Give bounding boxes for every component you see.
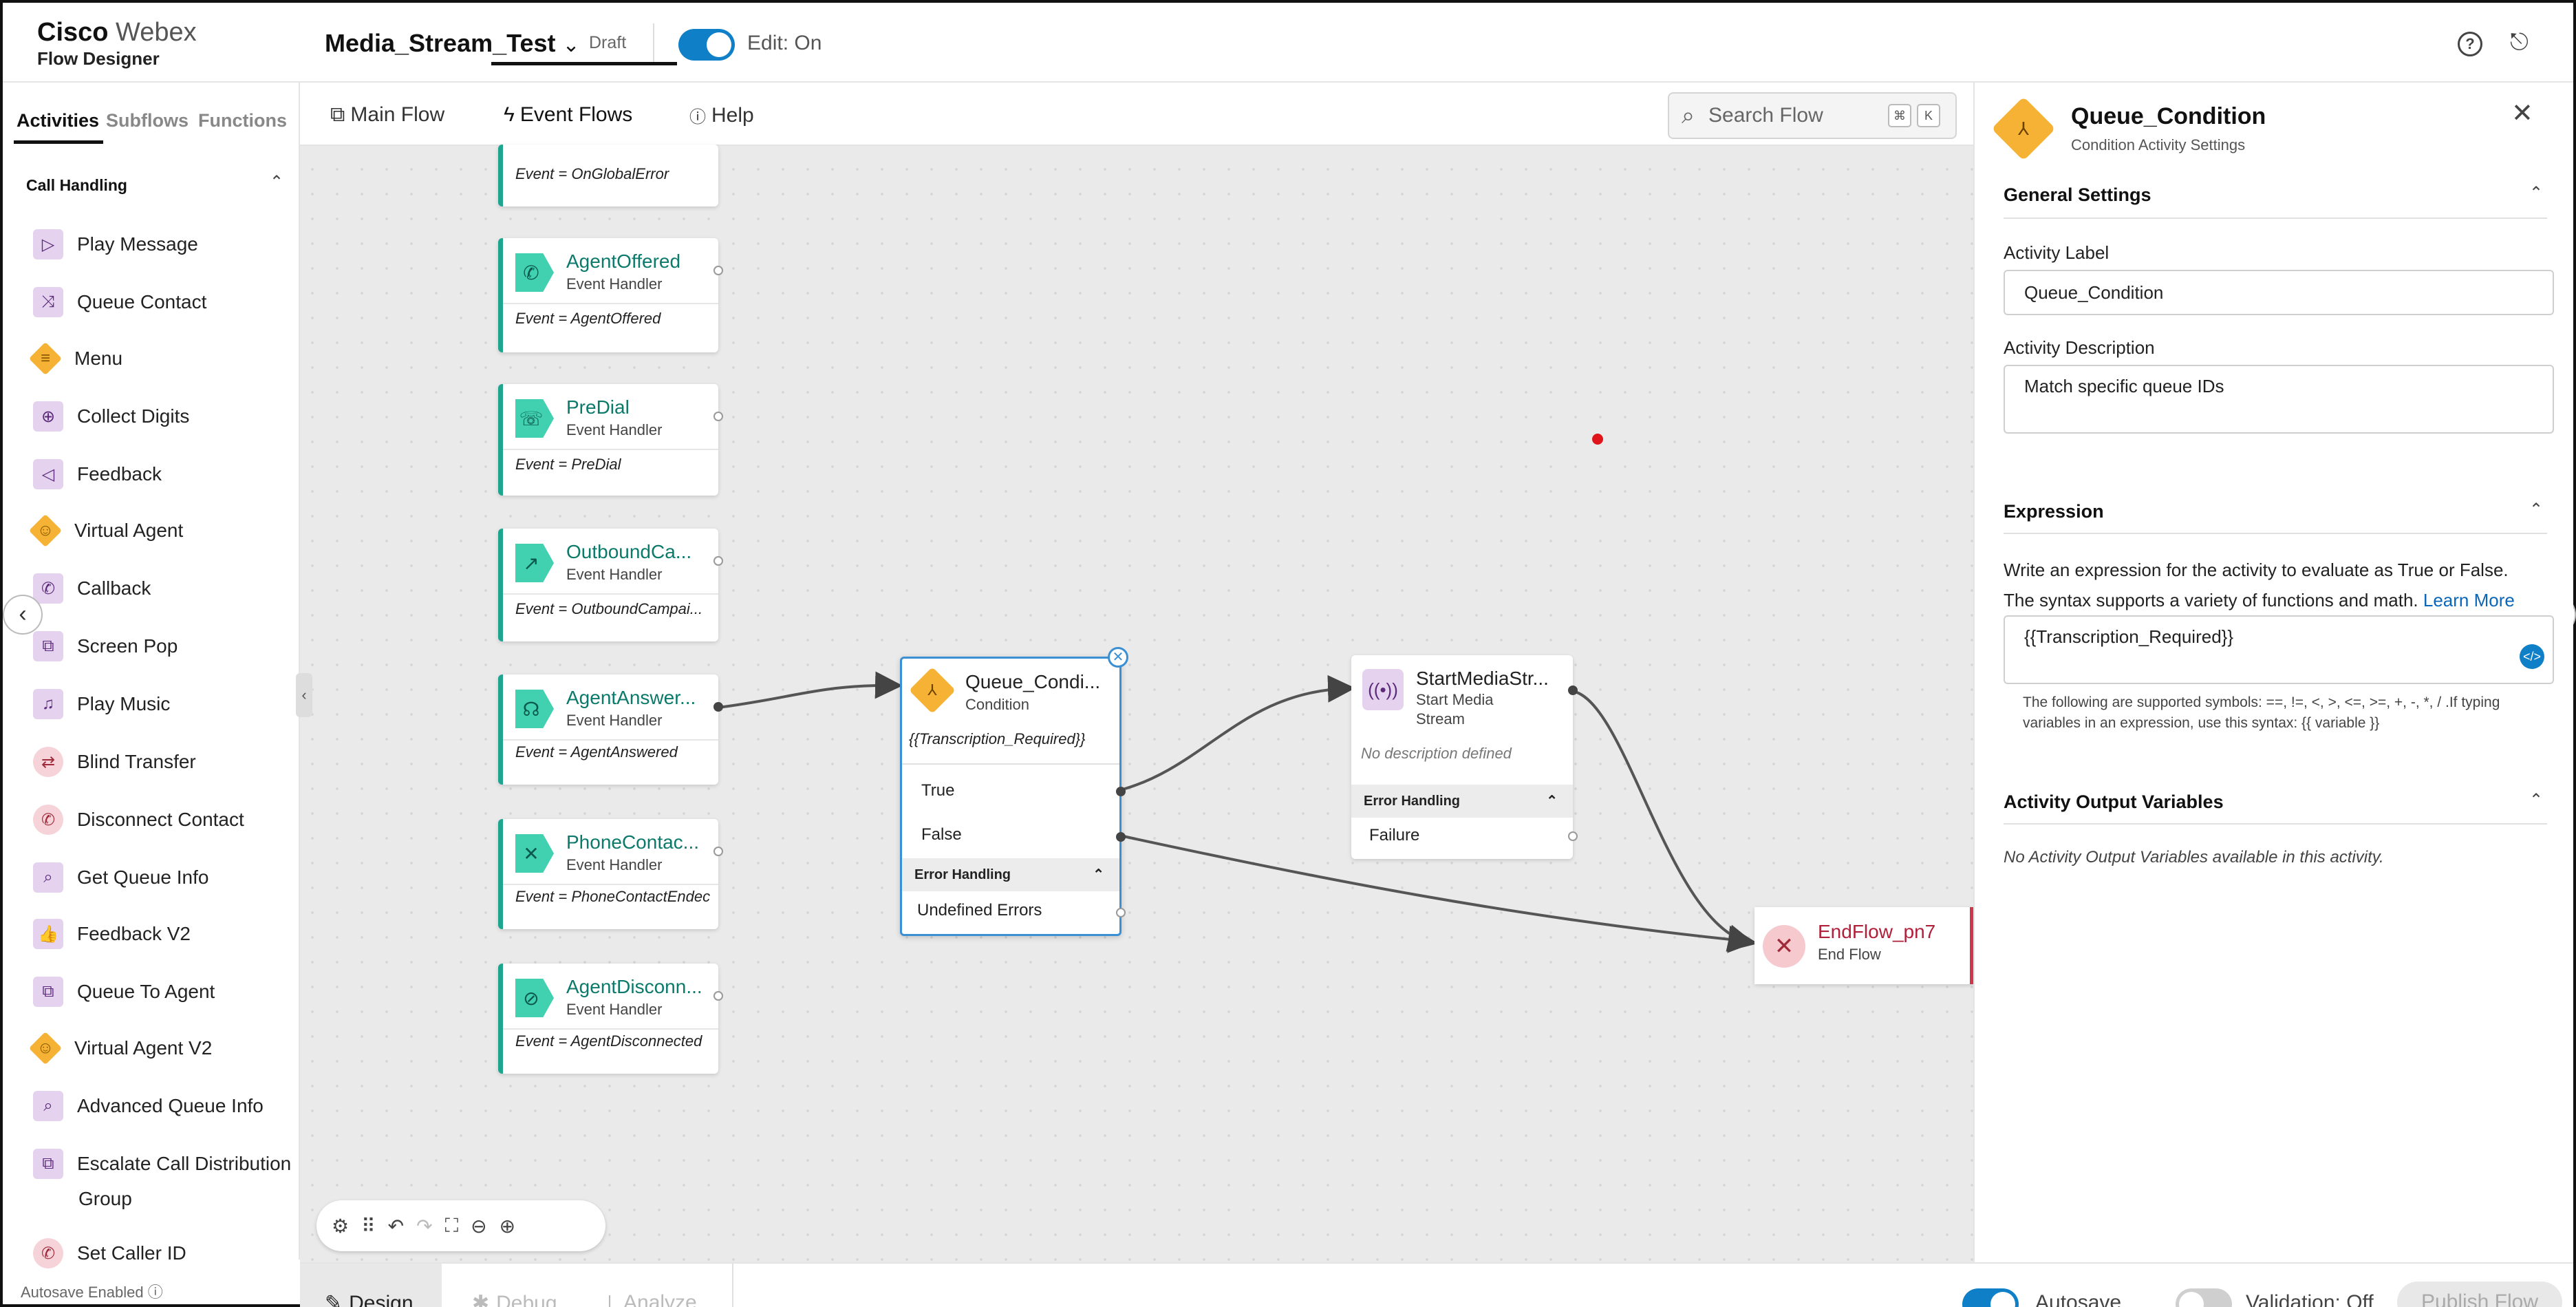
- branch-failure: Failure: [1369, 826, 1420, 844]
- condition-icon: ⅄: [927, 681, 937, 699]
- close-node-icon[interactable]: ✕: [1108, 647, 1128, 668]
- activity-settings-panel: ⅄ Queue_Condition Condition Activity Set…: [1973, 83, 2573, 1262]
- node-agent-offered[interactable]: ✆ AgentOffered Event Handler Event = Age…: [498, 238, 723, 352]
- zoom-out-icon[interactable]: ⊖: [471, 1215, 486, 1237]
- panel-title: Queue_Condition: [2071, 103, 2266, 129]
- bottom-bar: ✎ Design ✱ Debug ⟂ Analyze Autosave Validat…: [300, 1262, 2573, 1307]
- close-icon[interactable]: ✕: [2511, 98, 2533, 129]
- node-global-error[interactable]: Event = OnGlobalError: [498, 145, 718, 206]
- pencil-icon: ✎: [325, 1292, 343, 1307]
- chevron-up-icon: ⌃: [1546, 794, 1558, 809]
- section-expression[interactable]: Expression: [2004, 501, 2104, 522]
- tab-design[interactable]: ✎ Design: [325, 1291, 414, 1307]
- node-agent-disconnected[interactable]: ⊘ AgentDisconn... Event Handler Event = …: [498, 964, 723, 1074]
- output-port[interactable]: [713, 847, 723, 856]
- undo-icon[interactable]: ↶: [388, 1215, 404, 1237]
- end-flow-icon: ✕: [1763, 925, 1805, 968]
- branch-false: False: [921, 825, 962, 844]
- fit-view-icon[interactable]: ⛶: [445, 1215, 459, 1237]
- branch-undefined-errors: Undefined Errors: [917, 901, 1042, 920]
- tab-debug[interactable]: ✱ Debug: [472, 1291, 557, 1307]
- activity-label-input[interactable]: Queue_Condition: [2004, 270, 2554, 315]
- node-predial[interactable]: ☏ PreDial Event Handler Event = PreDial: [498, 384, 723, 496]
- chevron-up-icon[interactable]: ⌃: [2529, 790, 2543, 810]
- cursor-marker: [1592, 434, 1603, 445]
- error-handling-header[interactable]: Error Handling ⌃: [1351, 785, 1573, 818]
- connector-startmedia-to-endflow: [1571, 690, 1756, 952]
- bug-icon: ✱: [472, 1292, 490, 1307]
- output-port[interactable]: [1568, 686, 1578, 695]
- output-port[interactable]: [713, 702, 723, 712]
- chevron-up-icon: ⌃: [1093, 867, 1104, 882]
- output-port[interactable]: [713, 556, 723, 566]
- section-general-settings[interactable]: General Settings: [2004, 184, 2151, 206]
- chevron-up-icon[interactable]: ⌃: [2529, 183, 2543, 203]
- true-port[interactable]: [1116, 787, 1126, 796]
- node-end-flow[interactable]: ✕ EndFlow_pn7 End Flow: [1754, 907, 1973, 984]
- connector-answered-to-condition: [718, 671, 903, 709]
- node-outbound-campaign[interactable]: ↗ OutboundCa... Event Handler Event = Ou…: [498, 529, 723, 641]
- panel-subtitle: Condition Activity Settings: [2071, 136, 2246, 153]
- analyze-icon: ⟂: [603, 1291, 617, 1307]
- zoom-in-icon[interactable]: ⊕: [500, 1215, 515, 1237]
- autosave-toggle[interactable]: [1962, 1288, 2019, 1307]
- phone-icon: ✆: [515, 253, 554, 292]
- redo-icon[interactable]: ↷: [416, 1215, 432, 1237]
- error-handling-header[interactable]: Error Handling ⌃: [902, 858, 1119, 891]
- tab-analyze[interactable]: ⟂ Analyze: [603, 1291, 697, 1307]
- chevron-left-icon[interactable]: ‹: [3, 595, 43, 635]
- stream-icon: ((•)): [1362, 669, 1404, 710]
- code-editor-icon[interactable]: </>: [2520, 644, 2544, 669]
- chevron-up-icon[interactable]: ⌃: [2529, 500, 2543, 520]
- grid-icon[interactable]: ⠿: [361, 1215, 376, 1237]
- headset-icon: ☊: [515, 690, 554, 728]
- output-port[interactable]: [713, 991, 723, 1001]
- learn-more-link[interactable]: Learn More: [2423, 590, 2515, 610]
- settings-icon[interactable]: ⚙: [332, 1215, 349, 1237]
- disconnect-icon: ⊘: [515, 979, 554, 1017]
- section-output-variables[interactable]: Activity Output Variables: [2004, 791, 2224, 813]
- outbound-call-icon: ↗: [515, 544, 554, 582]
- connector-true-to-startmedia: [1119, 674, 1355, 791]
- expression-input[interactable]: {{Transcription_Required}}: [2004, 615, 2554, 684]
- publish-flow-button[interactable]: Publish Flow: [2397, 1282, 2562, 1307]
- condition-icon: ⅄: [2018, 118, 2029, 139]
- false-port[interactable]: [1116, 832, 1126, 842]
- activity-description-textarea[interactable]: Match specific queue IDs: [2004, 365, 2554, 434]
- collapse-panel-handle[interactable]: ‹: [296, 673, 312, 717]
- canvas-toolbar: ⚙ ⠿ ↶ ↷ ⛶ ⊖ ⊕: [316, 1200, 605, 1251]
- output-port[interactable]: [713, 266, 723, 275]
- node-phone-contact-ended[interactable]: ✕ PhoneContac... Event Handler Event = P…: [498, 819, 723, 929]
- failure-port[interactable]: [1568, 831, 1578, 841]
- phone-ended-icon: ✕: [515, 834, 554, 873]
- phone-icon: ☏: [515, 399, 554, 438]
- branch-true: True: [921, 781, 955, 800]
- validation-toggle[interactable]: [2176, 1288, 2232, 1307]
- output-port[interactable]: [713, 412, 723, 421]
- node-queue-condition[interactable]: ⅄ Queue_Condi... Condition {{Transcripti…: [900, 657, 1126, 936]
- undefined-port[interactable]: [1116, 908, 1126, 917]
- node-agent-answered[interactable]: ☊ AgentAnswer... Event Handler Event = A…: [498, 674, 723, 785]
- node-start-media-stream[interactable]: ((•)) StartMediaStr... Start Media Strea…: [1351, 655, 1578, 859]
